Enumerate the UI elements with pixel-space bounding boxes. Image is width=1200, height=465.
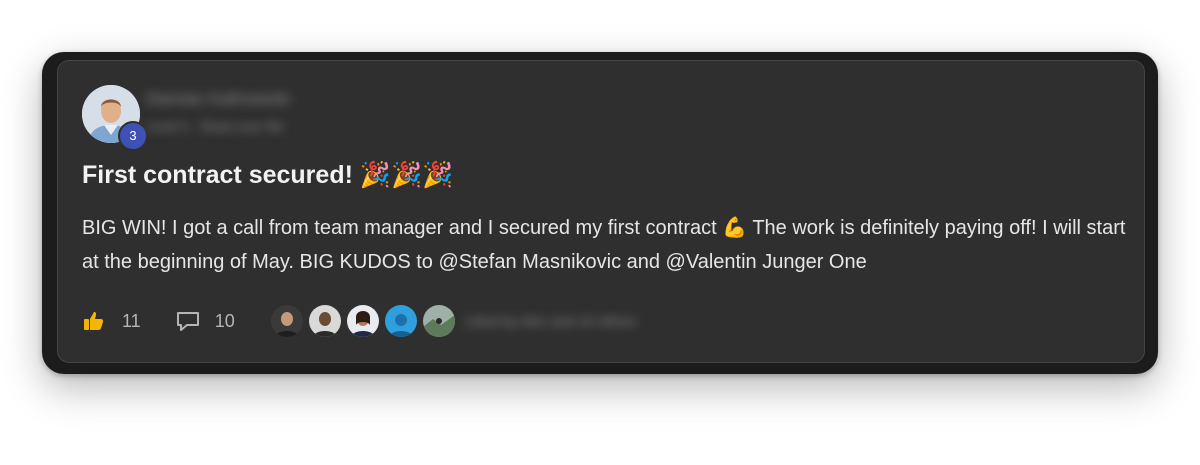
comment-icon [175,309,199,333]
author-subtitle: Level 3 · Share your life [146,119,284,134]
reactor-avatar[interactable] [420,303,457,339]
comment-button[interactable]: 10 [175,309,235,333]
reactor-avatar[interactable] [306,303,343,339]
post-frame: 3 Damian Kalinowski Level 3 · Share your… [42,52,1158,374]
author-info[interactable]: Damian Kalinowski Level 3 · Share your l… [146,83,382,143]
like-button[interactable]: 11 [82,309,141,333]
post-body: BIG WIN! I got a call from team manager … [82,217,1126,273]
reactor-avatars[interactable]: Liked by Alex and 10 others [268,303,637,339]
likes-count: 11 [122,310,141,331]
post-card[interactable]: 3 Damian Kalinowski Level 3 · Share your… [57,60,1145,363]
reactor-avatar[interactable] [268,303,305,339]
post-title: First contract secured! 🎉🎉🎉 [82,161,454,189]
reactors-summary[interactable]: Liked by Alex and 10 others [465,313,637,329]
reactor-avatar[interactable] [344,303,381,339]
post-footer: 11 10 Liked by Alex and 10 others [82,301,637,341]
level-badge: 3 [118,121,148,151]
reactor-avatar[interactable] [382,303,419,339]
author-avatar-wrapper[interactable]: 3 [82,85,148,151]
author-name[interactable]: Damian Kalinowski [146,89,382,109]
comments-count: 10 [214,310,235,331]
thumbs-up-icon [82,309,106,333]
